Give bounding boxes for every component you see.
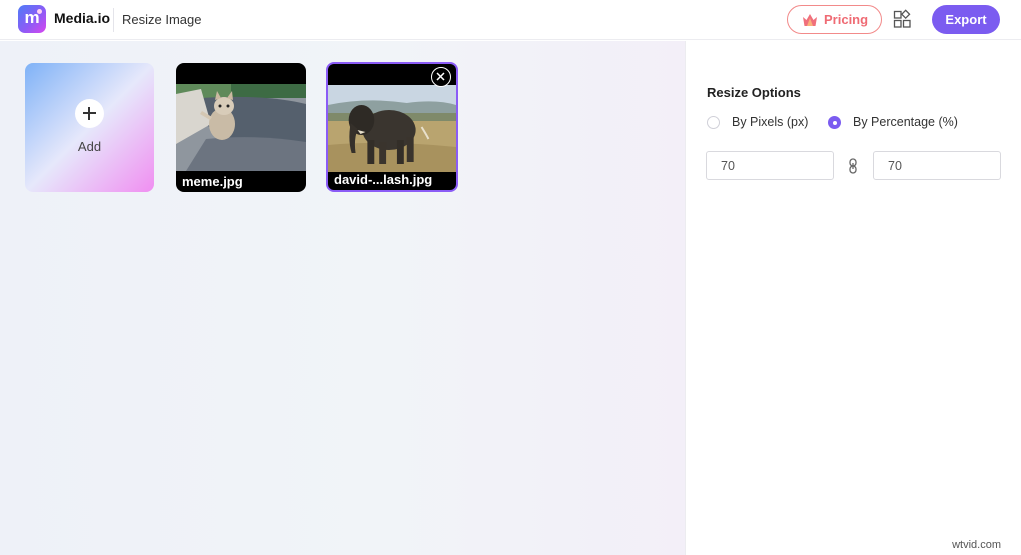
resize-options-panel: Resize Options By Pixels (px) By Percent… (685, 41, 1021, 555)
radio-dot-selected (828, 116, 841, 129)
crown-icon (803, 14, 817, 26)
radio-dot (707, 116, 720, 129)
radio-label: By Percentage (%) (853, 115, 958, 129)
plus-icon (75, 99, 104, 128)
file-name: meme.jpg (182, 174, 243, 189)
add-file-button[interactable]: Add (25, 63, 154, 192)
export-button[interactable]: Export (932, 5, 1000, 34)
file-thumbnail-selected[interactable]: david-...lash.jpg (326, 62, 458, 192)
media-io-logo[interactable]: m (18, 5, 46, 33)
height-percentage-input[interactable] (873, 151, 1001, 180)
watermark: wtvid.com (952, 539, 1001, 551)
file-thumbnail[interactable]: meme.jpg (176, 63, 306, 192)
add-label: Add (77, 139, 102, 154)
header-divider (113, 8, 114, 32)
top-header: m Media.io Resize Image Pricing Export (0, 0, 1021, 40)
apps-grid-icon[interactable] (893, 9, 913, 29)
close-circle-icon[interactable] (431, 67, 451, 87)
radio-by-percentage[interactable]: By Percentage (%) (828, 115, 968, 131)
pricing-label: Pricing (824, 12, 869, 27)
panel-title: Resize Options (707, 85, 801, 100)
width-percentage-input[interactable] (706, 151, 834, 180)
page-title: Resize Image (122, 12, 202, 27)
brand-name[interactable]: Media.io (54, 10, 110, 26)
file-name: david-...lash.jpg (334, 172, 433, 187)
logo-dot (37, 9, 42, 14)
cat-photo (176, 84, 306, 171)
elephant-photo (328, 85, 456, 172)
link-icon[interactable] (847, 158, 859, 174)
pricing-button[interactable]: Pricing (787, 5, 882, 34)
workspace-area: Add meme.jpg david-...lash.jpg (0, 41, 685, 555)
radio-label: By Pixels (px) (732, 115, 809, 129)
radio-by-pixels[interactable]: By Pixels (px) (707, 115, 817, 131)
